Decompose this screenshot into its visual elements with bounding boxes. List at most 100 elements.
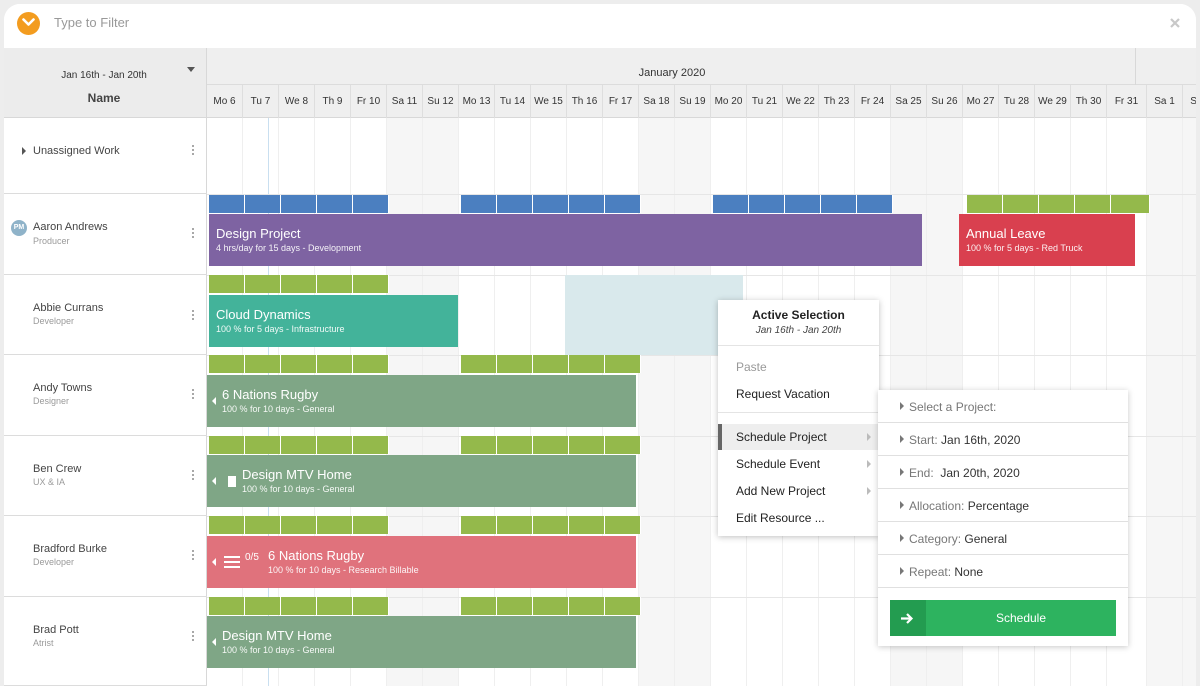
continues-left-icon bbox=[212, 477, 216, 485]
expand-caret-icon[interactable] bbox=[22, 147, 26, 155]
capacity-cell bbox=[497, 355, 533, 373]
day-header-cell[interactable]: Th 9 bbox=[315, 85, 351, 118]
resource-role: Developer bbox=[33, 316, 75, 326]
day-header-cell[interactable]: Fr 17 bbox=[603, 85, 639, 118]
day-header-cell[interactable]: Sa 18 bbox=[639, 85, 675, 118]
capacity-cell bbox=[713, 195, 749, 213]
day-header-cell[interactable]: Su 26 bbox=[927, 85, 963, 118]
select-project-field[interactable]: Select a Project: bbox=[878, 390, 1128, 423]
resource-row[interactable]: Andy Towns Designer bbox=[4, 355, 207, 436]
day-header-cell[interactable]: We 8 bbox=[279, 85, 315, 118]
day-header-cell[interactable]: Tu 21 bbox=[747, 85, 783, 118]
capacity-cell bbox=[317, 195, 353, 213]
assignment-details: 100 % for 10 days - Research Billable bbox=[268, 565, 419, 575]
resource-name: Ben Crew bbox=[33, 463, 82, 475]
row-menu-icon[interactable] bbox=[192, 550, 196, 562]
assignment-details: 4 hrs/day for 15 days - Development bbox=[216, 243, 362, 253]
capacity-cell bbox=[245, 597, 281, 615]
field-label: Start: bbox=[909, 433, 938, 447]
capacity-cell bbox=[497, 597, 533, 615]
active-selection-area[interactable] bbox=[565, 275, 743, 355]
assignment-bar[interactable]: Cloud Dynamics 100 % for 5 days - Infras… bbox=[209, 295, 458, 347]
expand-icon bbox=[900, 534, 904, 542]
assignment-bar[interactable]: 6 Nations Rugby 100 % for 10 days - Gene… bbox=[207, 375, 636, 427]
day-header-cell[interactable]: Fr 31 bbox=[1107, 85, 1147, 118]
assignment-title: Design Project bbox=[216, 226, 301, 241]
row-menu-icon[interactable] bbox=[192, 310, 196, 322]
menu-item-edit-resource[interactable]: Edit Resource ... bbox=[718, 505, 879, 531]
capacity-cell bbox=[353, 516, 389, 534]
row-menu-icon[interactable] bbox=[192, 389, 196, 401]
resource-row[interactable]: Abbie Currans Developer bbox=[4, 275, 207, 355]
day-header-cell[interactable]: Th 30 bbox=[1071, 85, 1107, 118]
capacity-cell bbox=[245, 195, 281, 213]
field-value: None bbox=[954, 565, 984, 579]
submenu-arrow-icon bbox=[867, 487, 871, 495]
resource-row[interactable]: Brad Pott Atrist bbox=[4, 597, 207, 686]
menu-item-request-vacation[interactable]: Request Vacation bbox=[718, 381, 879, 407]
resource-row[interactable]: Bradford Burke Developer bbox=[4, 516, 207, 597]
end-date-field[interactable]: End: Jan 20th, 2020 bbox=[878, 456, 1128, 489]
day-header-cell[interactable]: Sa 1 bbox=[1147, 85, 1183, 118]
expand-icon bbox=[900, 402, 904, 410]
day-header-cell[interactable]: Mo 20 bbox=[711, 85, 747, 118]
row-menu-icon[interactable] bbox=[192, 631, 196, 643]
day-header-cell[interactable]: Mo 27 bbox=[963, 85, 999, 118]
day-column[interactable] bbox=[1183, 118, 1196, 686]
day-header-cell[interactable]: We 29 bbox=[1035, 85, 1071, 118]
capacity-cell bbox=[461, 516, 497, 534]
repeat-field[interactable]: Repeat: None bbox=[878, 555, 1128, 588]
assignment-bar[interactable]: Design MTV Home 100 % for 10 days - Gene… bbox=[207, 616, 636, 668]
day-column[interactable] bbox=[1147, 118, 1183, 686]
capacity-cell bbox=[245, 355, 281, 373]
menu-item-add-new-project[interactable]: Add New Project bbox=[718, 478, 879, 504]
day-header-cell[interactable]: Sa 25 bbox=[891, 85, 927, 118]
day-header-cell[interactable]: Mo 13 bbox=[459, 85, 495, 118]
day-header-cell[interactable]: Th 23 bbox=[819, 85, 855, 118]
assignment-bar[interactable]: 0/5 6 Nations Rugby 100 % for 10 days - … bbox=[207, 536, 636, 588]
field-label: End: bbox=[909, 466, 934, 480]
day-header-cell[interactable]: We 15 bbox=[531, 85, 567, 118]
category-field[interactable]: Category: General bbox=[878, 522, 1128, 555]
start-date-field[interactable]: Start: Jan 16th, 2020 bbox=[878, 423, 1128, 456]
day-header-cell[interactable]: Sa 11 bbox=[387, 85, 423, 118]
menu-item-schedule-event[interactable]: Schedule Event bbox=[718, 451, 879, 477]
resource-row-unassigned[interactable]: Unassigned Work bbox=[4, 118, 207, 194]
capacity-cell bbox=[1039, 195, 1075, 213]
day-column[interactable] bbox=[675, 118, 711, 686]
schedule-button[interactable]: Schedule bbox=[890, 600, 1116, 636]
capacity-cell bbox=[569, 597, 605, 615]
resource-row[interactable]: Ben Crew UX & IA bbox=[4, 436, 207, 516]
resource-role: Developer bbox=[33, 557, 75, 567]
day-header-cell[interactable]: Fr 24 bbox=[855, 85, 891, 118]
capacity-cell bbox=[1111, 195, 1150, 213]
day-header-cell[interactable]: Fr 10 bbox=[351, 85, 387, 118]
close-icon[interactable] bbox=[1168, 16, 1182, 30]
row-menu-icon[interactable] bbox=[192, 145, 196, 157]
submenu-arrow-icon bbox=[867, 460, 871, 468]
range-dropdown-icon[interactable] bbox=[187, 67, 195, 72]
menu-item-paste[interactable]: Paste bbox=[718, 354, 879, 380]
day-header-cell[interactable]: Su 2 bbox=[1183, 85, 1196, 118]
filter-input[interactable] bbox=[54, 15, 454, 30]
row-menu-icon[interactable] bbox=[192, 228, 196, 240]
day-header-cell[interactable]: Tu 28 bbox=[999, 85, 1035, 118]
day-column[interactable] bbox=[639, 118, 675, 686]
day-header-cell[interactable]: Th 16 bbox=[567, 85, 603, 118]
menu-item-schedule-project[interactable]: Schedule Project bbox=[718, 424, 879, 450]
day-header-cell[interactable]: Tu 7 bbox=[243, 85, 279, 118]
capacity-cell bbox=[281, 195, 317, 213]
row-menu-icon[interactable] bbox=[192, 470, 196, 482]
day-header-cell[interactable]: Su 19 bbox=[675, 85, 711, 118]
field-value: Jan 20th, 2020 bbox=[940, 466, 1020, 480]
day-header-cell[interactable]: Tu 14 bbox=[495, 85, 531, 118]
assignment-bar[interactable]: Annual Leave 100 % for 5 days - Red Truc… bbox=[959, 214, 1135, 266]
day-header-cell[interactable]: Mo 6 bbox=[207, 85, 243, 118]
assignment-bar[interactable]: Design Project 4 hrs/day for 15 days - D… bbox=[209, 214, 922, 266]
allocation-field[interactable]: Allocation: Percentage bbox=[878, 489, 1128, 522]
assignment-bar[interactable]: Design MTV Home 100 % for 10 days - Gene… bbox=[207, 455, 636, 507]
logo-chevron-icon[interactable] bbox=[17, 12, 40, 35]
resource-row[interactable]: PM Aaron Andrews Producer bbox=[4, 194, 207, 275]
day-header-cell[interactable]: Su 12 bbox=[423, 85, 459, 118]
day-header-cell[interactable]: We 22 bbox=[783, 85, 819, 118]
